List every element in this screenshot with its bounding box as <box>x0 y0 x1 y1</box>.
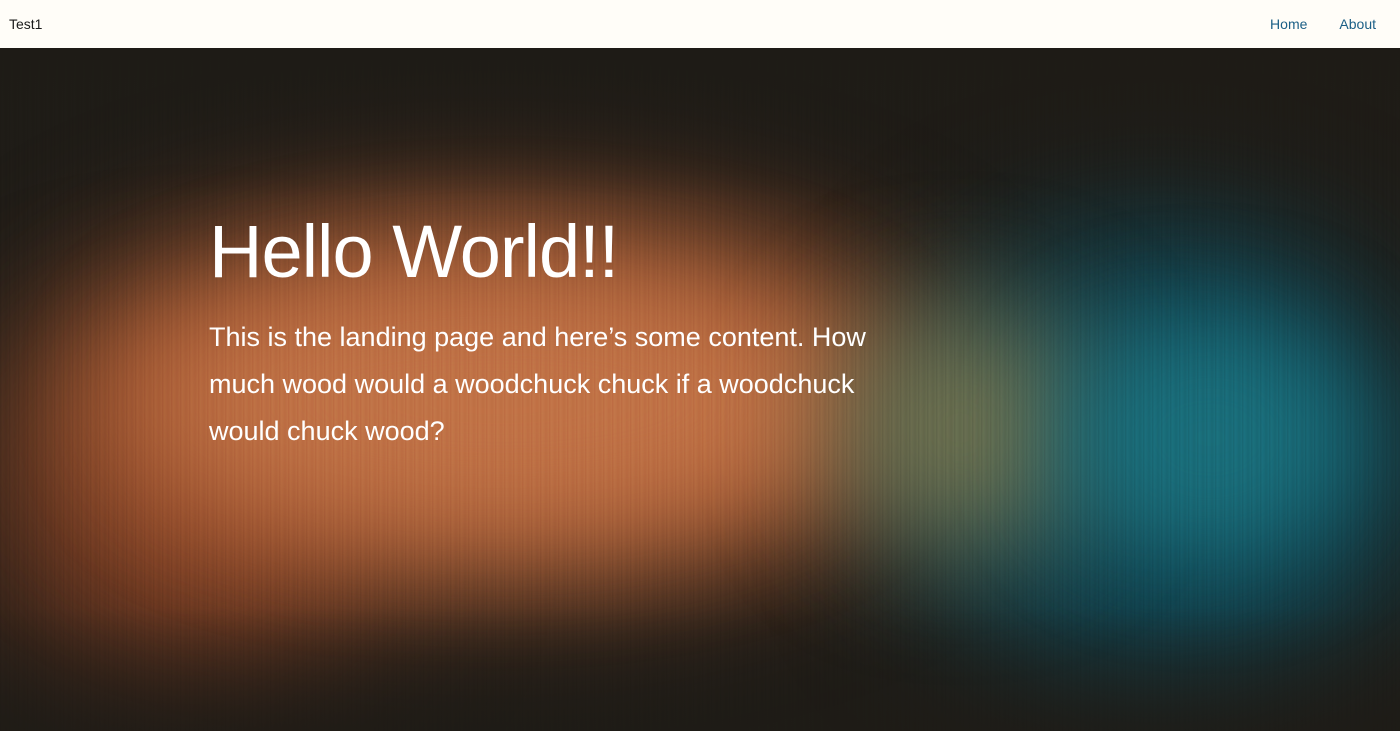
hero-section: Hello World!! This is the landing page a… <box>0 48 1400 731</box>
nav-link-home[interactable]: Home <box>1270 16 1307 32</box>
top-navbar: Test1 Home About <box>0 0 1400 48</box>
hero-title: Hello World!! <box>209 210 619 293</box>
brand-link[interactable]: Test1 <box>9 16 42 32</box>
hero-content: Hello World!! This is the landing page a… <box>209 208 909 455</box>
nav-link-about[interactable]: About <box>1339 16 1376 32</box>
nav-links: Home About <box>1270 16 1376 32</box>
hero-text: This is the landing page and here’s some… <box>209 322 866 446</box>
